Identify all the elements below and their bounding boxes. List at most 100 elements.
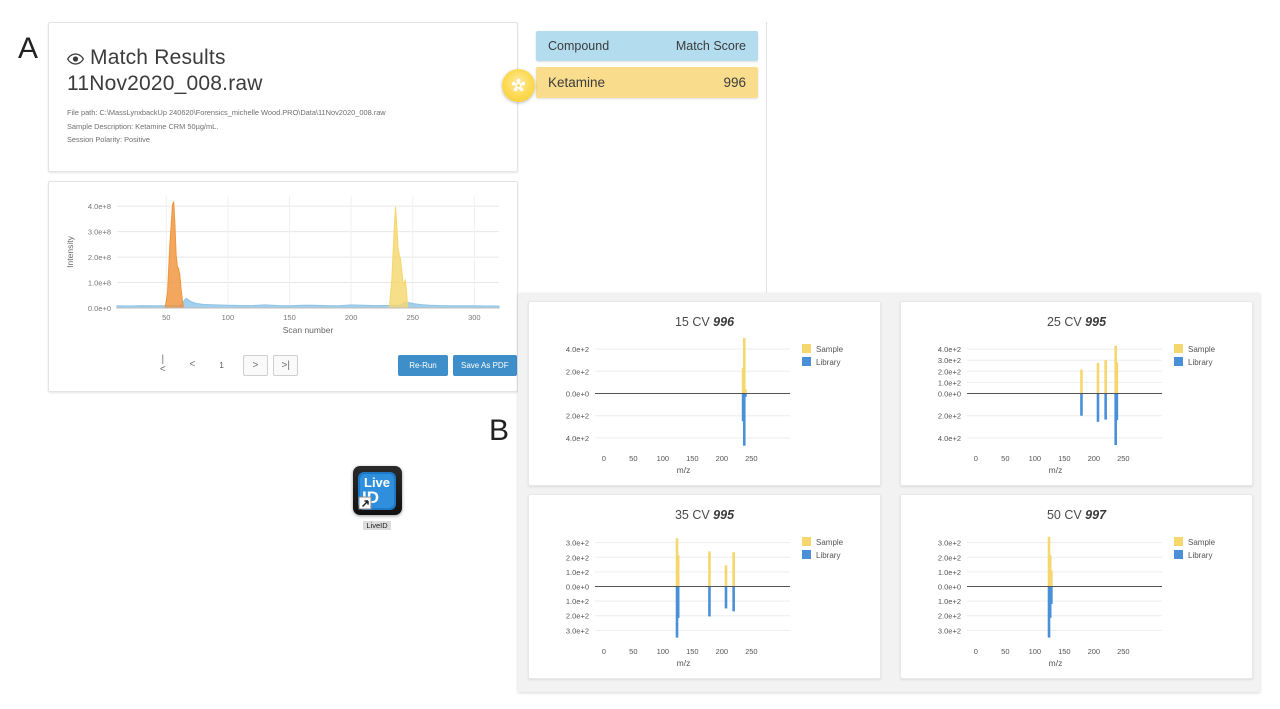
- svg-text:2.0e+2: 2.0e+2: [566, 412, 589, 421]
- page-title-line2: 11Nov2020_008.raw: [67, 71, 499, 96]
- svg-text:2.0e+2: 2.0e+2: [566, 367, 589, 376]
- svg-text:Scan number: Scan number: [283, 325, 334, 335]
- svg-text:2.0e+2: 2.0e+2: [566, 612, 589, 621]
- next-page-button[interactable]: >: [243, 355, 268, 376]
- prev-page-button[interactable]: <: [190, 360, 196, 370]
- settings-button[interactable]: [502, 69, 535, 102]
- sample-description-text: Sample Description: Ketamine CRM 50µg/mL…: [67, 120, 499, 134]
- svg-text:0: 0: [602, 647, 606, 656]
- spectrum-card-25cv[interactable]: 25 CV 995 4.0e+23.0e+22.0e+21.0e+20.0e+0…: [900, 301, 1253, 486]
- table-header-row: Compound Match Score: [536, 31, 758, 61]
- last-page-button[interactable]: >|: [273, 355, 298, 376]
- spectrum-card-35cv[interactable]: 35 CV 995 3.0e+22.0e+21.0e+20.0e+01.0e+2…: [528, 494, 881, 679]
- svg-text:3.0e+2: 3.0e+2: [938, 356, 961, 365]
- spectrum-card-15cv[interactable]: 15 CV 996 4.0e+22.0e+20.0e+02.0e+24.0e+2…: [528, 301, 881, 486]
- cell-match-score: 996: [723, 75, 746, 90]
- svg-text:4.0e+2: 4.0e+2: [566, 434, 589, 443]
- svg-text:m/z: m/z: [1049, 658, 1063, 668]
- panel-b-spectra-grid: 15 CV 996 4.0e+2 2.0e+2 0.0e+0 2.0e+2 4.0e+2…: [518, 293, 1260, 692]
- svg-text:Library: Library: [816, 358, 840, 367]
- svg-text:Sample: Sample: [816, 538, 844, 547]
- rerun-button[interactable]: Re-Run: [398, 355, 447, 376]
- svg-text:150: 150: [1058, 454, 1071, 463]
- svg-text:200: 200: [716, 647, 729, 656]
- chromatogram-card: 0.0e+01.0e+82.0e+83.0e+84.0e+85010015020…: [48, 181, 518, 392]
- svg-text:2.0e+8: 2.0e+8: [88, 253, 111, 262]
- gear-icon: [511, 78, 526, 93]
- svg-text:Sample: Sample: [816, 345, 844, 354]
- svg-text:2.0e+2: 2.0e+2: [938, 367, 961, 376]
- svg-text:100: 100: [657, 454, 670, 463]
- cell-compound-name: Ketamine: [548, 75, 723, 90]
- svg-text:4.0e+8: 4.0e+8: [88, 202, 111, 211]
- svg-text:2.0e+2: 2.0e+2: [938, 612, 961, 621]
- spectrum-title-15cv: 15 CV 996: [529, 302, 880, 329]
- panel-a: Match Results 11Nov2020_008.raw File pat…: [48, 22, 518, 390]
- svg-text:1.0e+2: 1.0e+2: [938, 597, 961, 606]
- svg-text:250: 250: [1117, 647, 1130, 656]
- svg-text:150: 150: [283, 313, 296, 322]
- svg-text:3.0e+2: 3.0e+2: [566, 539, 589, 548]
- svg-text:200: 200: [345, 313, 358, 322]
- panel-label-b: B: [489, 414, 509, 448]
- svg-text:2.0e+2: 2.0e+2: [938, 553, 961, 562]
- table-row[interactable]: Ketamine 996: [536, 67, 758, 98]
- svg-text:300: 300: [468, 313, 481, 322]
- compound-table: Compound Match Score Ketamine 996: [536, 31, 758, 98]
- svg-text:50: 50: [1001, 647, 1009, 656]
- svg-text:0: 0: [974, 454, 978, 463]
- spectrum-card-50cv[interactable]: 50 CV 997 3.0e+22.0e+21.0e+20.0e+01.0e+2…: [900, 494, 1253, 679]
- svg-text:m/z: m/z: [677, 658, 691, 668]
- save-as-pdf-button[interactable]: Save As PDF: [453, 355, 517, 376]
- svg-text:250: 250: [745, 454, 758, 463]
- chromatogram-chart[interactable]: 0.0e+01.0e+82.0e+83.0e+84.0e+85010015020…: [49, 182, 517, 342]
- spectrum-chart-35cv[interactable]: 3.0e+22.0e+21.0e+20.0e+01.0e+22.0e+23.0e…: [529, 521, 880, 676]
- svg-text:Library: Library: [816, 551, 840, 560]
- svg-text:50: 50: [629, 647, 637, 656]
- svg-text:1.0e+2: 1.0e+2: [566, 568, 589, 577]
- svg-text:50: 50: [1001, 454, 1009, 463]
- spectrum-chart-15cv[interactable]: 4.0e+22.0e+20.0e+02.0e+24.0e+20501001502…: [529, 328, 880, 483]
- svg-text:Sample: Sample: [1188, 345, 1216, 354]
- first-page-button[interactable]: |<: [159, 355, 167, 375]
- svg-text:2.0e+2: 2.0e+2: [566, 553, 589, 562]
- svg-text:200: 200: [1088, 454, 1101, 463]
- spectrum-chart-50cv[interactable]: 3.0e+22.0e+21.0e+20.0e+01.0e+22.0e+23.0e…: [901, 521, 1252, 676]
- svg-text:0.0e+0: 0.0e+0: [88, 304, 111, 313]
- svg-text:100: 100: [1029, 647, 1042, 656]
- svg-text:150: 150: [1058, 647, 1071, 656]
- spectrum-title-35cv: 35 CV 995: [529, 495, 880, 522]
- svg-text:0: 0: [974, 647, 978, 656]
- svg-text:0: 0: [602, 454, 606, 463]
- svg-text:1.0e+8: 1.0e+8: [88, 279, 111, 288]
- svg-text:150: 150: [686, 454, 699, 463]
- liveid-logo-icon: Live ID: [356, 470, 398, 512]
- svg-text:2.0e+2: 2.0e+2: [938, 412, 961, 421]
- file-metadata: File path: C:\MassLynxbackUp 240620\Fore…: [67, 106, 499, 147]
- svg-text:Sample: Sample: [1188, 538, 1216, 547]
- svg-text:4.0e+2: 4.0e+2: [938, 434, 961, 443]
- svg-text:250: 250: [1117, 454, 1130, 463]
- spectrum-chart-25cv[interactable]: 4.0e+23.0e+22.0e+21.0e+20.0e+02.0e+24.0e…: [901, 328, 1252, 483]
- svg-text:0.0e+0: 0.0e+0: [566, 583, 589, 592]
- svg-text:200: 200: [1088, 647, 1101, 656]
- current-page-number: 1: [219, 361, 223, 370]
- spectrum-title-25cv: 25 CV 995: [901, 302, 1252, 329]
- page-title-line1: Match Results: [90, 46, 226, 69]
- svg-text:50: 50: [629, 454, 637, 463]
- svg-text:200: 200: [716, 454, 729, 463]
- svg-text:3.0e+2: 3.0e+2: [938, 539, 961, 548]
- page-title: Match Results 11Nov2020_008.raw: [67, 45, 499, 96]
- svg-text:Intensity: Intensity: [65, 235, 75, 267]
- svg-text:1.0e+2: 1.0e+2: [938, 378, 961, 387]
- eye-icon: [67, 46, 84, 71]
- compound-results-panel: Compound Match Score Ketamine 996: [519, 22, 767, 294]
- svg-text:50: 50: [162, 313, 170, 322]
- svg-text:3.0e+8: 3.0e+8: [88, 228, 111, 237]
- svg-text:250: 250: [406, 313, 419, 322]
- svg-text:100: 100: [1029, 454, 1042, 463]
- liveid-desktop-icon[interactable]: Live ID LiveID: [347, 466, 407, 534]
- match-results-header-card: Match Results 11Nov2020_008.raw File pat…: [48, 22, 518, 172]
- file-path-text: File path: C:\MassLynxbackUp 240620\Fore…: [67, 106, 499, 120]
- svg-text:1.0e+2: 1.0e+2: [938, 568, 961, 577]
